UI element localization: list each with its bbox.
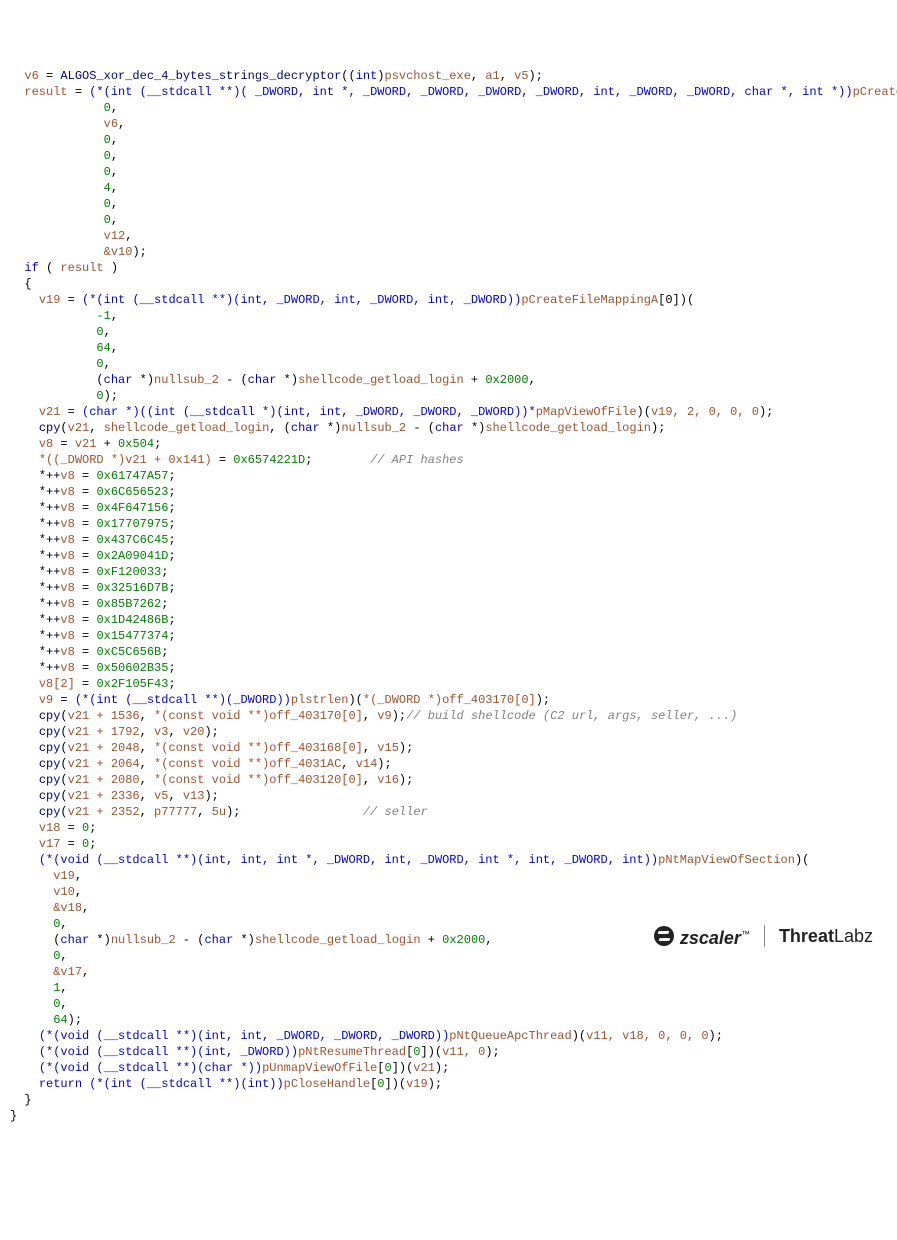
code-line: } [10, 1109, 17, 1123]
code-line: *((_DWORD *)v21 + 0x141) = 0x6574221D; /… [10, 453, 464, 467]
code-line: (char *)nullsub_2 - (char *)shellcode_ge… [10, 373, 536, 387]
code-line: 0, [10, 133, 118, 147]
code-line: 0, [10, 325, 111, 339]
code-line: v18 = 0; [10, 821, 96, 835]
code-line: (char *)nullsub_2 - (char *)shellcode_ge… [10, 933, 493, 947]
code-line: *++v8 = 0x6C656523; [10, 485, 176, 499]
code-line: 0); [10, 389, 118, 403]
code-line: *++v8 = 0x85B7262; [10, 597, 168, 611]
code-line: 0, [10, 997, 68, 1011]
code-line: cpy(v21, shellcode_getload_login, (char … [10, 421, 665, 435]
code-line: v19, [10, 869, 82, 883]
threatlabz-logo: ThreatLabz [779, 928, 873, 944]
code-line: cpy(v21 + 1792, v3, v20); [10, 725, 219, 739]
code-line: if ( result ) [10, 261, 118, 275]
code-line: } [10, 1093, 32, 1107]
code-line: 0, [10, 149, 118, 163]
code-line: 1, [10, 981, 68, 995]
code-line: 0, [10, 101, 118, 115]
code-line: *++v8 = 0x2A09041D; [10, 549, 176, 563]
zscaler-icon [654, 926, 674, 946]
code-line: &v18, [10, 901, 89, 915]
zscaler-text: zscaler [680, 928, 741, 948]
code-line: 0, [10, 917, 68, 931]
code-line: v6 = ALGOS_xor_dec_4_bytes_strings_decry… [10, 69, 543, 83]
code-line: *++v8 = 0xC5C656B; [10, 645, 168, 659]
code-line: (*(void (__stdcall **)(char *))pUnmapVie… [10, 1061, 449, 1075]
code-line: *++v8 = 0x437C6C45; [10, 533, 176, 547]
code-line: cpy(v21 + 2336, v5, v13); [10, 789, 219, 803]
watermark-divider [764, 925, 765, 947]
code-line: v8 = v21 + 0x504; [10, 437, 161, 451]
code-line: *++v8 = 0xF120033; [10, 565, 168, 579]
watermark: zscaler™ ThreatLabz [654, 925, 873, 947]
code-line: 4, [10, 181, 118, 195]
code-line: -1, [10, 309, 118, 323]
code-line: result = (*(int (__stdcall **)( _DWORD, … [10, 85, 897, 99]
code-line: (*(void (__stdcall **)(int, int, int *, … [10, 853, 809, 867]
code-line: v17 = 0; [10, 837, 96, 851]
code-line: 0, [10, 949, 68, 963]
code-line: cpy(v21 + 2352, p77777, 5u); // seller [10, 805, 428, 819]
code-line: cpy(v21 + 2048, *(const void **)off_4031… [10, 741, 413, 755]
code-line: v10, [10, 885, 82, 899]
code-line: v19 = (*(int (__stdcall **)(int, _DWORD,… [10, 293, 694, 307]
code-line: cpy(v21 + 2064, *(const void **)off_4031… [10, 757, 392, 771]
code-line: 64); [10, 1013, 82, 1027]
code-line: *++v8 = 0x32516D7B; [10, 581, 176, 595]
code-line: 0, [10, 213, 118, 227]
code-line: v21 = (char *)((int (__stdcall *)(int, i… [10, 405, 773, 419]
code-line: 64, [10, 341, 118, 355]
code-line: *++v8 = 0x50602B35; [10, 661, 176, 675]
trademark-symbol: ™ [741, 929, 750, 939]
code-line: &v17, [10, 965, 89, 979]
code-line: (*(void (__stdcall **)(int, _DWORD))pNtR… [10, 1045, 500, 1059]
code-line: (*(void (__stdcall **)(int, int, _DWORD,… [10, 1029, 723, 1043]
code-line: cpy(v21 + 2080, *(const void **)off_4031… [10, 773, 413, 787]
code-line: v12, [10, 229, 132, 243]
code-line: v8[2] = 0x2F105F43; [10, 677, 176, 691]
code-listing: v6 = ALGOS_xor_dec_4_bytes_strings_decry… [10, 68, 887, 1124]
code-line: *++v8 = 0x1D42486B; [10, 613, 176, 627]
code-line: v9 = (*(int (__stdcall **)(_DWORD))plstr… [10, 693, 550, 707]
code-line: &v10); [10, 245, 147, 259]
code-line: *++v8 = 0x4F647156; [10, 501, 176, 515]
code-line: v6, [10, 117, 125, 131]
code-line: return (*(int (__stdcall **)(int))pClose… [10, 1077, 442, 1091]
code-line: *++v8 = 0x61747A57; [10, 469, 176, 483]
zscaler-logo: zscaler™ [654, 926, 750, 946]
code-line: 0, [10, 165, 118, 179]
code-line: *++v8 = 0x17707975; [10, 517, 176, 531]
code-line: *++v8 = 0x15477374; [10, 629, 176, 643]
code-line: cpy(v21 + 1536, *(const void **)off_4031… [10, 709, 737, 723]
code-line: { [10, 277, 32, 291]
code-line: 0, [10, 357, 111, 371]
code-line: 0, [10, 197, 118, 211]
